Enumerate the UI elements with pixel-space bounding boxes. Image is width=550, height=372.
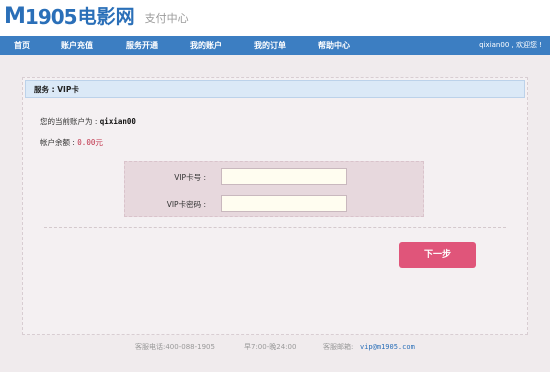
footer-email-link[interactable]: vip@m1905.com bbox=[360, 341, 415, 353]
card-number-input[interactable] bbox=[221, 168, 347, 185]
nav-item-services[interactable]: 服务开通 bbox=[126, 36, 158, 55]
balance-label: 帐户余额 : bbox=[40, 138, 78, 147]
account-label: 您的当前账户为 : bbox=[40, 117, 100, 126]
footer-phone: 客服电话:400-088-1905 bbox=[135, 343, 215, 351]
nav-item-recharge[interactable]: 账户充值 bbox=[61, 36, 93, 55]
nav-item-my-account[interactable]: 我的账户 bbox=[190, 36, 222, 55]
logo-m: M bbox=[4, 4, 26, 29]
footer: 客服电话:400-088-1905 早7:00-晚24:00 客服邮箱: vip… bbox=[0, 341, 550, 353]
balance-value: 0.00元 bbox=[77, 138, 103, 147]
card-password-input[interactable] bbox=[221, 195, 347, 212]
card-password-label: VIP卡密码 : bbox=[166, 200, 206, 209]
next-step-button[interactable]: 下一步 bbox=[399, 242, 476, 268]
divider bbox=[44, 227, 506, 228]
balance-row: 帐户余额 : 0.00元 bbox=[40, 137, 103, 148]
header-subtitle: 支付中心 bbox=[144, 12, 189, 25]
card-number-label: VIP卡号 : bbox=[174, 173, 206, 182]
current-account-row: 您的当前账户为 : qixian00 bbox=[40, 116, 136, 127]
logo-number: 1905 bbox=[24, 5, 78, 29]
panel-title: 服务 : VIP卡 bbox=[34, 85, 79, 94]
nav-item-help[interactable]: 帮助中心 bbox=[318, 36, 350, 55]
nav-item-home[interactable]: 首页 bbox=[14, 36, 30, 55]
user-greeting[interactable]: qixian00 , 欢迎您 ! bbox=[479, 36, 542, 55]
footer-hours: 早7:00-晚24:00 bbox=[244, 343, 297, 351]
nav-item-my-orders[interactable]: 我的订单 bbox=[254, 36, 286, 55]
logo-chinese: 电影网 bbox=[77, 6, 135, 28]
header: M 1905 电影网 支付中心 bbox=[0, 0, 550, 36]
footer-email-label: 客服邮箱: bbox=[323, 343, 354, 351]
site-logo[interactable]: M 1905 电影网 支付中心 bbox=[4, 3, 189, 30]
panel-header: 服务 : VIP卡 bbox=[25, 80, 525, 98]
nav-bar: 首页 账户充值 服务开通 我的账户 我的订单 帮助中心 qixian00 , 欢… bbox=[0, 36, 550, 55]
account-value: qixian00 bbox=[99, 117, 136, 126]
